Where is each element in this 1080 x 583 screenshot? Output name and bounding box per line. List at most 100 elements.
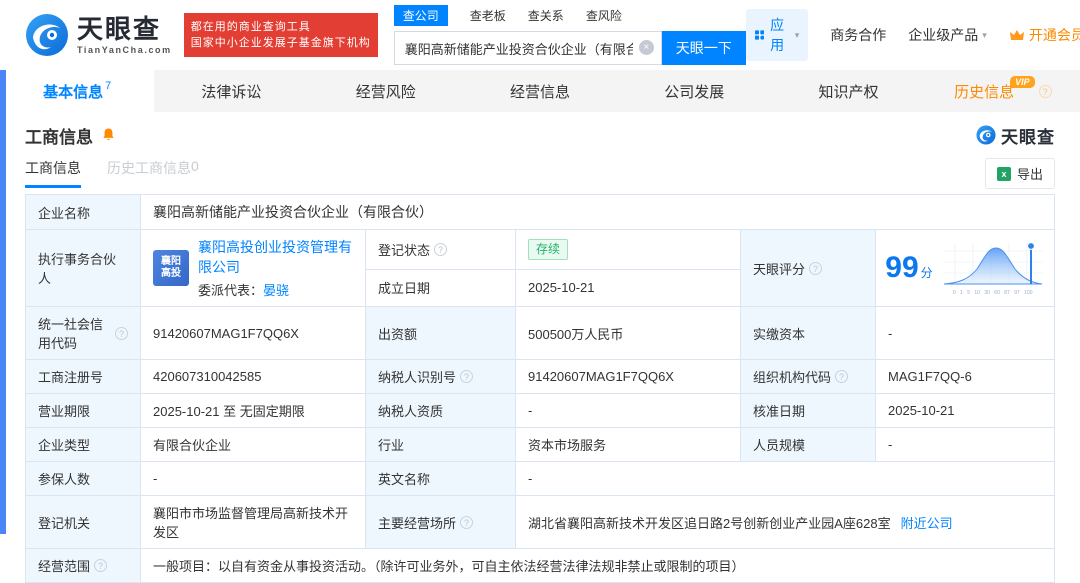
field-value-taxpayer-id: 91420607MAG1F7QQ6X xyxy=(516,360,741,394)
field-value-business-term: 2025-10-21 至 无固定期限 xyxy=(141,394,366,428)
nav-member[interactable]: 开通会员 ▾ xyxy=(1009,25,1080,45)
help-icon[interactable]: ? xyxy=(460,370,474,383)
field-label-insured-count: 参保人数 xyxy=(26,462,141,496)
help-icon[interactable]: ? xyxy=(115,326,128,340)
partner-avatar[interactable]: 襄阳 高投 xyxy=(153,250,189,286)
help-icon[interactable]: ? xyxy=(434,242,448,256)
help-icon[interactable]: ? xyxy=(835,370,849,383)
partner-company-link[interactable]: 襄阳高投创业投资管理有限公司 xyxy=(198,237,353,277)
subtab-business-info[interactable]: 工商信息 xyxy=(25,158,81,188)
tyc-score-label: 天眼评分 xyxy=(753,261,806,277)
tab-operating-risk[interactable]: 经营风险 xyxy=(309,70,463,112)
tab-history[interactable]: 历史信息 VIP ? xyxy=(926,70,1080,112)
field-value-tyc-score[interactable]: 99 分 0 1 5 10 30 60 87 97 100 xyxy=(876,230,1055,307)
export-button[interactable]: x 导出 xyxy=(984,158,1055,189)
search-input[interactable] xyxy=(393,31,662,65)
search-tab-boss[interactable]: 查老板 xyxy=(470,7,506,24)
nearby-companies-link[interactable]: 附近公司 xyxy=(901,513,953,532)
section-title: 工商信息 xyxy=(25,127,93,147)
business-info-table: 企业名称 襄阳高新储能产业投资合伙企业（有限合伙） 执行事务合伙人 襄阳 高投 … xyxy=(25,194,1055,583)
field-label-english-name: 英文名称 xyxy=(366,462,516,496)
export-label: 导出 xyxy=(1016,167,1043,182)
tianyancha-watermark-icon xyxy=(976,125,996,145)
score-unit: 分 xyxy=(920,266,933,280)
field-value-company-type: 有限合伙企业 xyxy=(141,428,366,462)
field-label-reg-number: 工商注册号 xyxy=(26,360,141,394)
field-value-company-name: 襄阳高新储能产业投资合伙企业（有限合伙） xyxy=(141,195,1055,230)
company-tab-bar: 基本信息 7 法律诉讼 经营风险 经营信息 公司发展 知识产权 历史信息 VIP… xyxy=(0,70,1080,112)
field-label-staff-size: 人员规模 xyxy=(741,428,876,462)
help-icon[interactable]: ? xyxy=(460,515,474,529)
score-curve xyxy=(942,241,1043,284)
search-tab-company[interactable]: 查公司 xyxy=(393,5,448,26)
field-value-org-code: MAG1F7QQ-6 xyxy=(876,360,1055,394)
clear-icon[interactable]: × xyxy=(638,40,654,55)
field-value-executive-partner: 襄阳 高投 襄阳高投创业投资管理有限公司 委派代表：晏骁 xyxy=(141,230,366,307)
field-value-approval-date: 2025-10-21 xyxy=(876,394,1055,428)
nav-enterprise[interactable]: 企业级产品 ▾ xyxy=(908,25,987,45)
excel-icon: x xyxy=(996,166,1011,181)
chevron-down-icon: ▾ xyxy=(982,29,987,40)
help-icon[interactable]: ? xyxy=(94,559,108,572)
field-value-taxpayer-quality: - xyxy=(516,394,741,428)
score-distribution-chart: 0 1 5 10 30 60 87 97 100 xyxy=(941,241,1045,296)
field-label-executive-partner: 执行事务合伙人 xyxy=(26,230,141,307)
slogan-banner: 都在用的商业查询工具 国家中小企业发展子基金旗下机构 xyxy=(183,13,378,57)
rep-link[interactable]: 晏骁 xyxy=(263,283,289,298)
tab-business-info[interactable]: 经营信息 xyxy=(463,70,617,112)
field-label-taxpayer-id: 纳税人识别号 ? xyxy=(366,360,516,394)
nav-apps[interactable]: 应用 ▾ xyxy=(745,9,809,61)
crown-icon xyxy=(1009,29,1024,40)
field-label-company-name: 企业名称 xyxy=(26,195,141,230)
nav-apps-label: 应用 xyxy=(770,17,785,53)
tianyancha-logo-icon xyxy=(26,14,68,56)
status-badge: 存续 xyxy=(528,238,569,260)
field-value-business-scope: 一般项目：以自有资金从事投资活动。（除许可业务外，可自主依法经营法律法规非禁止或… xyxy=(141,549,1055,583)
partner-avatar-line1: 襄阳 xyxy=(161,256,181,267)
search-button[interactable]: 天眼一下 xyxy=(661,31,746,65)
taxpayer-id-label: 纳税人识别号 xyxy=(378,370,457,385)
tianyancha-watermark: 天眼查 xyxy=(976,123,1055,148)
watermark-text: 天眼查 xyxy=(1001,127,1055,147)
search-tab-risk[interactable]: 查风险 xyxy=(586,7,622,24)
field-value-staff-size: - xyxy=(876,428,1055,462)
slogan-line1: 都在用的商业查询工具 xyxy=(190,21,311,33)
field-value-credit-code: 91420607MAG1F7QQ6X xyxy=(141,307,366,360)
help-icon[interactable]: ? xyxy=(1038,84,1052,98)
field-label-reg-status: 登记状态 ? xyxy=(366,230,516,270)
rep-label: 委派代表： xyxy=(198,283,264,298)
field-label-business-scope: 经营范围 ? xyxy=(26,549,141,583)
subscribe-bell-icon[interactable] xyxy=(101,127,116,143)
subtab-history-count: 0 xyxy=(191,158,199,174)
search-tab-relation[interactable]: 查关系 xyxy=(528,7,564,24)
field-value-reg-status: 存续 xyxy=(516,230,741,270)
field-label-tyc-score: 天眼评分 ? xyxy=(741,230,876,307)
field-value-industry: 资本市场服务 xyxy=(516,428,741,462)
reg-status-label: 登记状态 xyxy=(378,242,431,258)
vip-badge: VIP xyxy=(1010,76,1035,88)
field-label-taxpayer-quality: 纳税人资质 xyxy=(366,394,516,428)
slogan-line2: 国家中小企业发展子基金旗下机构 xyxy=(190,37,371,49)
score-number: 99 xyxy=(885,251,919,284)
field-label-org-code: 组织机构代码 ? xyxy=(741,360,876,394)
tab-history-label: 历史信息 xyxy=(954,83,1015,101)
score-axis-ticks: 0 1 5 10 30 60 87 97 100 xyxy=(952,289,1033,296)
brand-name: 天眼查 xyxy=(77,13,162,44)
field-label-company-type: 企业类型 xyxy=(26,428,141,462)
tab-development[interactable]: 公司发展 xyxy=(617,70,771,112)
field-value-reg-number: 420607310042585 xyxy=(141,360,366,394)
tianyancha-logo[interactable]: 天眼查 TianYanCha.com xyxy=(25,13,172,57)
subtab-history-info[interactable]: 历史工商信息 0 xyxy=(107,158,199,178)
field-value-contribution: 500500万人民币 xyxy=(516,307,741,360)
field-value-registry-authority: 襄阳市市场监督管理局高新技术开发区 xyxy=(141,496,366,549)
field-label-establish-date: 成立日期 xyxy=(366,269,516,307)
nav-cooperation[interactable]: 商务合作 xyxy=(830,25,886,45)
tab-ip[interactable]: 知识产权 xyxy=(771,70,925,112)
tab-legal[interactable]: 法律诉讼 xyxy=(154,70,308,112)
tab-basic-info-count: 7 xyxy=(105,80,112,92)
field-label-credit-code: 统一社会信用代码 ? xyxy=(26,307,141,360)
help-icon[interactable]: ? xyxy=(809,261,823,275)
top-bar: 天眼查 TianYanCha.com 都在用的商业查询工具 国家中小企业发展子基… xyxy=(0,0,1080,70)
search-tabs: 查公司 查老板 查关系 查风险 xyxy=(393,5,746,26)
tab-basic-info[interactable]: 基本信息 7 xyxy=(0,70,155,112)
